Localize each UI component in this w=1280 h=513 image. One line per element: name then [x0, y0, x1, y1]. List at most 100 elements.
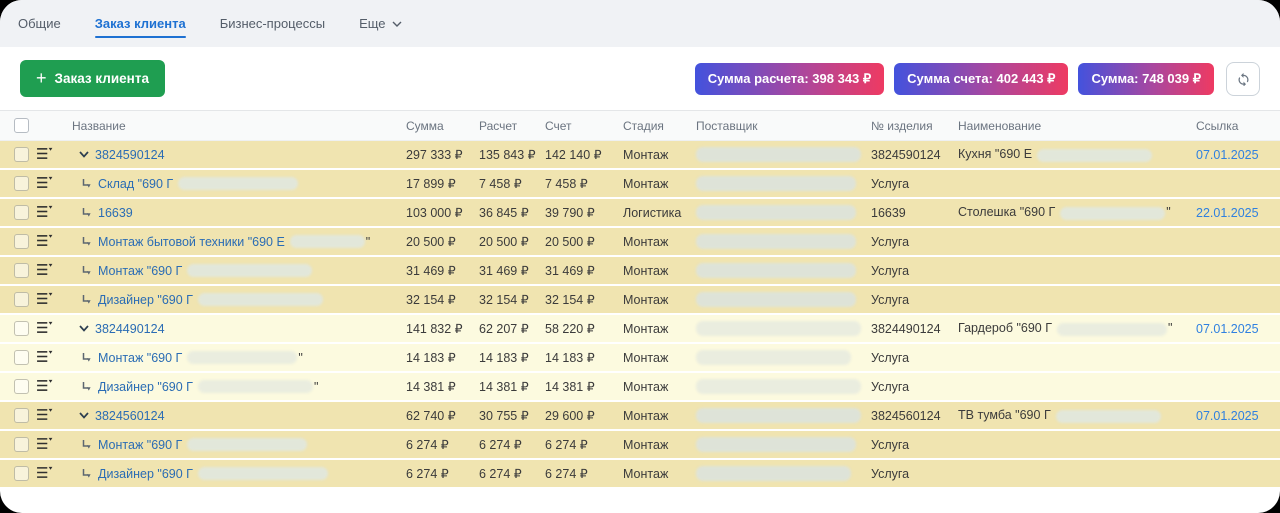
name-cell: Монтаж "690 Г [66, 430, 400, 459]
link-cell [1190, 285, 1280, 314]
order-subrow: Дизайнер "690 Г32 154 ₽32 154 ₽32 154 ₽М… [0, 285, 1280, 314]
redacted-text [696, 263, 856, 278]
order-name-link[interactable]: 3824590124 [95, 148, 165, 162]
row-menu-icon[interactable] [36, 408, 53, 421]
badge-sum-calc: Сумма расчета: 398 343 ₽ [695, 63, 884, 95]
item-suffix: " [1166, 205, 1170, 219]
stage-cell: Логистика [617, 198, 690, 227]
link-cell: 07.01.2025 [1190, 314, 1280, 343]
tab-customer-order[interactable]: Заказ клиента [95, 0, 186, 47]
row-checkbox[interactable] [14, 408, 29, 423]
redacted-text [187, 351, 297, 364]
child-branch-icon [80, 236, 92, 248]
row-menu-icon[interactable] [36, 379, 53, 392]
order-name-link[interactable]: Монтаж "690 Г [98, 264, 182, 278]
item-name-cell [952, 459, 1190, 488]
redacted-text [696, 176, 856, 191]
name-cell: 16639 [66, 198, 400, 227]
column-stage[interactable]: Стадия [617, 111, 690, 141]
date-link[interactable]: 22.01.2025 [1196, 206, 1259, 220]
order-name-link[interactable]: Склад "690 Г [98, 177, 173, 191]
column-sum[interactable]: Сумма [400, 111, 473, 141]
row-checkbox[interactable] [14, 205, 29, 220]
column-link[interactable]: Ссылка [1190, 111, 1280, 141]
redacted-text [696, 205, 856, 220]
column-item-name[interactable]: Наименование [952, 111, 1190, 141]
date-link[interactable]: 07.01.2025 [1196, 148, 1259, 162]
order-name-link[interactable]: Монтаж "690 Г [98, 351, 182, 365]
row-menu-icon[interactable] [36, 292, 53, 305]
column-invoice[interactable]: Счет [539, 111, 617, 141]
supplier-cell [690, 459, 865, 488]
row-menu-icon[interactable] [36, 263, 53, 276]
row-checkbox[interactable] [14, 379, 29, 394]
tab-common[interactable]: Общие [18, 0, 61, 47]
row-checkbox[interactable] [14, 234, 29, 249]
row-menu-icon[interactable] [36, 205, 53, 218]
row-menu-icon[interactable] [36, 437, 53, 450]
order-name-link[interactable]: 16639 [98, 206, 133, 220]
name-cell: 3824590124 [66, 141, 400, 170]
row-checkbox[interactable] [14, 263, 29, 278]
supplier-cell [690, 372, 865, 401]
item-name-text: Столешка "690 Г [958, 205, 1055, 219]
tab-more[interactable]: Еще [359, 0, 401, 47]
row-menu-icon[interactable] [36, 321, 53, 334]
column-calc[interactable]: Расчет [473, 111, 539, 141]
order-subrow: Монтаж "690 Г31 469 ₽31 469 ₽31 469 ₽Мон… [0, 256, 1280, 285]
item-name-cell [952, 227, 1190, 256]
row-menu-icon[interactable] [36, 147, 53, 160]
chevron-down-icon[interactable] [79, 151, 89, 158]
row-checkbox[interactable] [14, 437, 29, 452]
order-name-link[interactable]: 3824490124 [95, 322, 165, 336]
redacted-text [696, 321, 861, 336]
row-menu-icon[interactable] [36, 466, 53, 479]
row-checkbox[interactable] [14, 292, 29, 307]
refresh-button[interactable] [1226, 62, 1260, 96]
order-name-link[interactable]: Монтаж бытовой техники "690 Е [98, 235, 285, 249]
order-row: 382456012462 740 ₽30 755 ₽29 600 ₽Монтаж… [0, 401, 1280, 430]
tab-more-label: Еще [359, 16, 385, 31]
chevron-down-icon[interactable] [79, 412, 89, 419]
order-row: 3824490124141 832 ₽62 207 ₽58 220 ₽Монта… [0, 314, 1280, 343]
row-checkbox[interactable] [14, 176, 29, 191]
menu-cell [30, 285, 66, 314]
calc-cell: 14 183 ₽ [473, 343, 539, 372]
menu-cell [30, 401, 66, 430]
redacted-text [1056, 410, 1161, 423]
refresh-icon [1236, 71, 1251, 86]
row-checkbox[interactable] [14, 350, 29, 365]
supplier-cell [690, 343, 865, 372]
date-link[interactable]: 07.01.2025 [1196, 409, 1259, 423]
redacted-text [696, 408, 861, 423]
row-checkbox[interactable] [14, 466, 29, 481]
row-menu-icon[interactable] [36, 350, 53, 363]
menu-cell [30, 227, 66, 256]
add-order-button[interactable]: + Заказ клиента [20, 60, 165, 97]
select-all-checkbox[interactable] [14, 118, 29, 133]
order-name-link[interactable]: Дизайнер "690 Г [98, 293, 193, 307]
row-checkbox[interactable] [14, 147, 29, 162]
item-name-text: Гардероб "690 Г [958, 321, 1052, 335]
chevron-down-icon[interactable] [79, 325, 89, 332]
menu-cell [30, 459, 66, 488]
column-product-no[interactable]: № изделия [865, 111, 952, 141]
column-name[interactable]: Название [66, 111, 400, 141]
sum-cell: 32 154 ₽ [400, 285, 473, 314]
order-name-link[interactable]: Монтаж "690 Г [98, 438, 182, 452]
row-checkbox[interactable] [14, 321, 29, 336]
row-menu-icon[interactable] [36, 234, 53, 247]
plus-icon: + [36, 69, 47, 87]
child-branch-icon [80, 265, 92, 277]
checkbox-cell [0, 285, 30, 314]
date-link[interactable]: 07.01.2025 [1196, 322, 1259, 336]
row-menu-icon[interactable] [36, 176, 53, 189]
column-supplier[interactable]: Поставщик [690, 111, 865, 141]
order-name-link[interactable]: Дизайнер "690 Г [98, 467, 193, 481]
order-subrow: 16639103 000 ₽36 845 ₽39 790 ₽Логистика1… [0, 198, 1280, 227]
tab-business-processes[interactable]: Бизнес-процессы [220, 0, 325, 47]
redacted-text [178, 177, 298, 190]
order-name-link[interactable]: 3824560124 [95, 409, 165, 423]
invoice-cell: 39 790 ₽ [539, 198, 617, 227]
order-name-link[interactable]: Дизайнер "690 Г [98, 380, 193, 394]
